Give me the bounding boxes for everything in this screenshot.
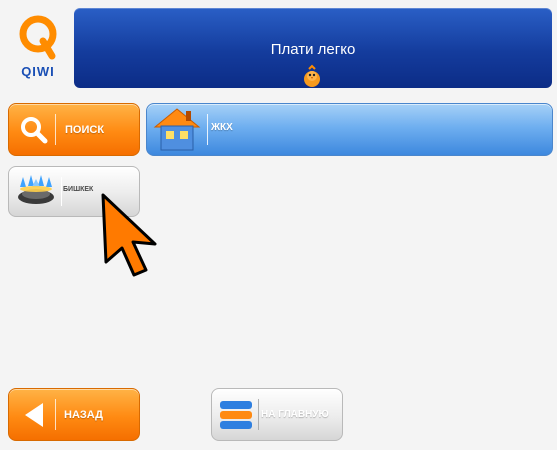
zhkh-button[interactable]: ЖКХ	[146, 103, 553, 156]
button-divider	[61, 177, 62, 206]
button-divider	[55, 114, 56, 145]
pointer-cursor-icon	[101, 193, 157, 277]
button-divider	[258, 399, 259, 430]
house-icon	[153, 108, 201, 151]
stack-icon	[220, 401, 252, 429]
header-banner: Плати легко	[74, 8, 552, 88]
qiwi-logo-icon	[19, 15, 57, 60]
back-button[interactable]: НАЗАД	[8, 388, 140, 441]
search-button[interactable]: ПОИСК	[8, 103, 140, 156]
button-divider	[55, 399, 56, 430]
logo-text: QIWI	[21, 64, 55, 79]
arrow-left-icon	[25, 403, 43, 427]
magnifier-icon	[21, 117, 48, 144]
button-divider	[207, 114, 208, 145]
home-button-label: НА ГЛАВНУЮ	[261, 409, 329, 420]
banner-title: Плати легко	[270, 41, 356, 58]
qiwi-bird-mascot-icon	[304, 64, 320, 87]
home-button[interactable]: НА ГЛАВНУЮ	[211, 388, 343, 441]
bishkek-button-label: БИШКЕК	[63, 186, 94, 193]
search-button-label: ПОИСК	[65, 124, 105, 136]
gas-stove-icon	[18, 175, 54, 204]
back-button-label: НАЗАД	[64, 409, 103, 421]
qiwi-logo: QIWI	[12, 12, 64, 82]
zhkh-button-label: ЖКХ	[211, 122, 233, 133]
